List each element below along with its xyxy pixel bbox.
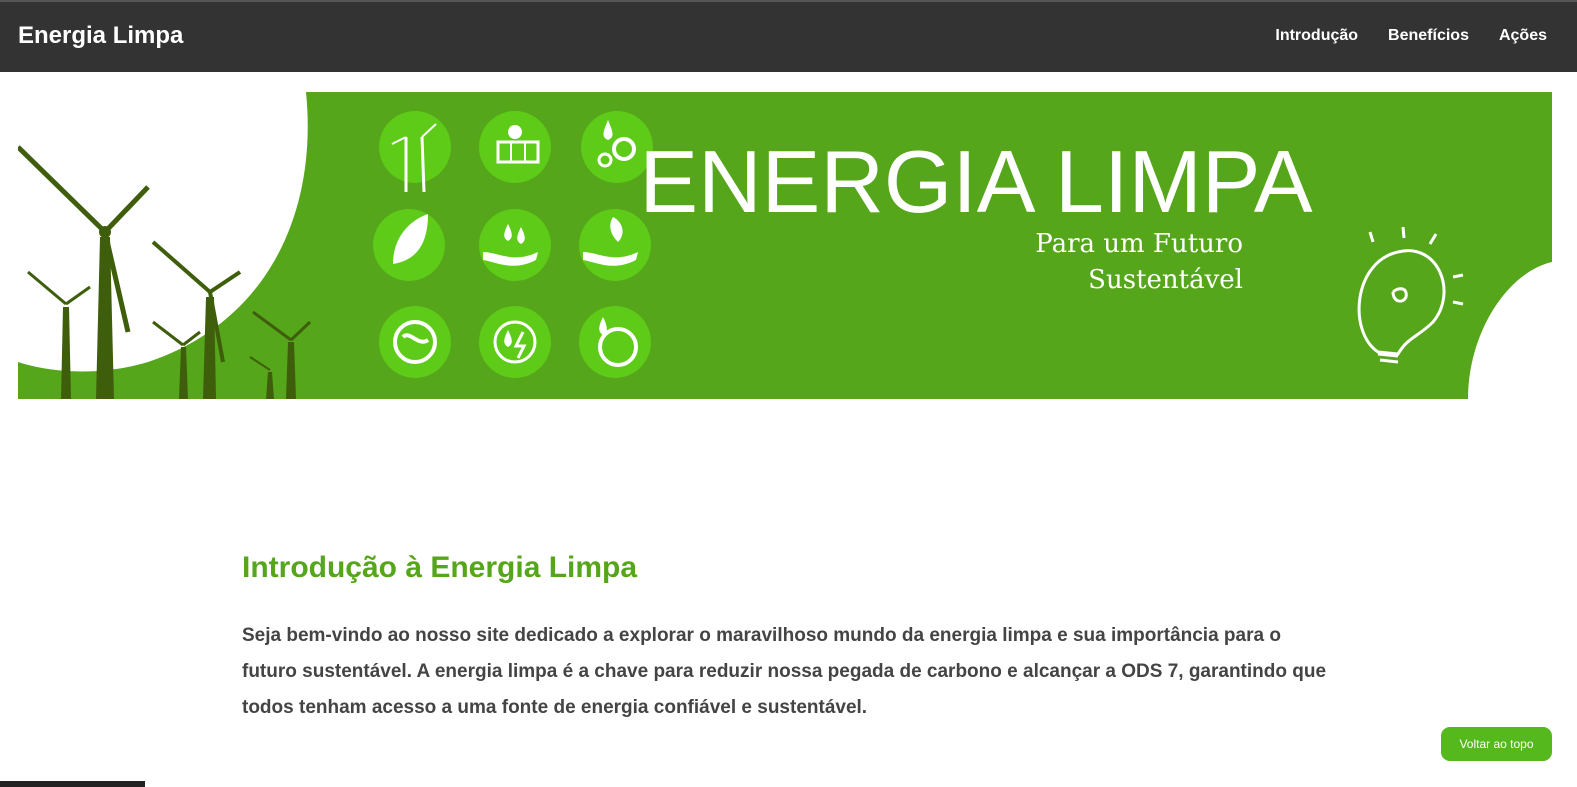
energy-icons-grid (373, 111, 653, 378)
banner-title: ENERGIA LIMPA (639, 132, 1313, 231)
nav-link-introducao[interactable]: Introdução (1275, 27, 1358, 45)
nav-link-beneficios[interactable]: Benefícios (1388, 27, 1469, 45)
solar-panel-icon (479, 111, 551, 183)
intro-heading: Introdução à Energia Limpa (242, 551, 638, 584)
globe-water-icon (579, 306, 651, 378)
back-to-top-button[interactable]: Voltar ao topo (1441, 727, 1552, 761)
globe-recycle-icon (379, 306, 451, 378)
bottom-divider (0, 781, 145, 787)
top-navbar: Energia Limpa Introdução Benefícios Açõe… (0, 0, 1577, 72)
intro-section: Introdução à Energia Limpa Seja bem-vind… (242, 548, 1332, 726)
hand-water-icon (479, 209, 551, 281)
water-energy-cycle-icon (479, 306, 551, 378)
intro-paragraph: Seja bem-vindo ao nosso site dedicado a … (242, 625, 1327, 718)
banner-subtitle-line1: Para um Futuro (1035, 229, 1243, 259)
hero-banner: ENERGIA LIMPA Para um Futuro Sustentável (18, 92, 1552, 399)
site-brand[interactable]: Energia Limpa (18, 22, 183, 50)
nav-link-acoes[interactable]: Ações (1499, 27, 1547, 45)
main-nav: Introdução Benefícios Ações (1275, 27, 1547, 45)
banner-image: ENERGIA LIMPA Para um Futuro Sustentável (18, 92, 1552, 399)
wind-turbine-icon (379, 111, 451, 193)
leaf-icon (373, 209, 445, 281)
banner-subtitle-line2: Sustentável (1088, 265, 1243, 295)
lightbulb-icon (1357, 226, 1464, 364)
